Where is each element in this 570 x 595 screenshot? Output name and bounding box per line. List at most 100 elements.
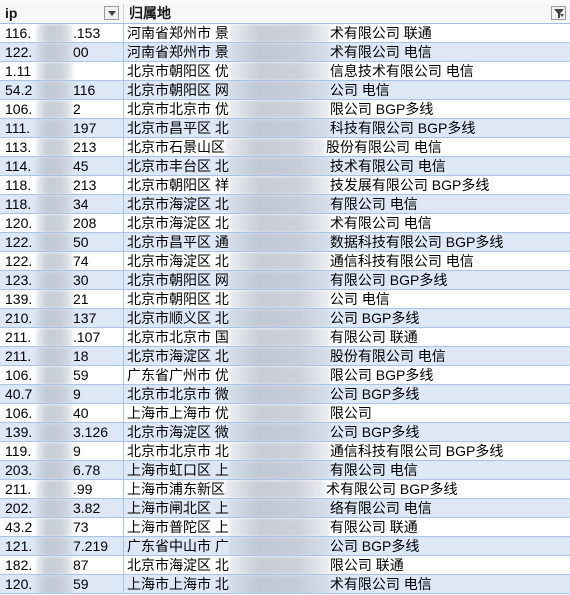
location-region: 北京市朝阳区 北 <box>127 291 229 307</box>
ip-cell[interactable]: 40.7 9 <box>0 385 124 404</box>
table-row: 114. 45 北京市丰台区 北技术有限公司 电信 <box>0 157 570 176</box>
location-isp: 公司 电信 <box>329 291 390 307</box>
ip-prefix: 106. <box>5 405 33 421</box>
ip-prefix: 211. <box>5 329 32 345</box>
ip-cell[interactable]: 114. 45 <box>0 157 124 176</box>
location-region: 北京市北京市 优 <box>127 101 229 117</box>
ip-prefix: 116. <box>5 25 32 41</box>
ip-cell[interactable]: 122. 50 <box>0 233 124 252</box>
ip-cell[interactable]: 121. 7.219 <box>0 537 124 556</box>
ip-prefix: 118. <box>5 196 32 212</box>
location-cell[interactable]: 上海市普陀区 上 有限公司 联通 <box>124 518 570 537</box>
redacted-blur <box>36 176 73 194</box>
location-cell[interactable]: 北京市海淀区 微 公司 BGP多线 <box>124 423 570 442</box>
location-cell[interactable]: 北京市海淀区 北 通信科技有限公司 电信 <box>124 252 570 271</box>
location-cell[interactable]: 北京市昌平区 通 数据科技有限公司 BGP多线 <box>124 233 570 252</box>
ip-cell[interactable]: 43.2 73 <box>0 518 124 537</box>
ip-cell[interactable]: 106. 40 <box>0 404 124 423</box>
ip-suffix: 45 <box>73 158 89 174</box>
ip-cell[interactable]: 211. .99 <box>0 480 124 499</box>
ip-prefix: 122. <box>5 234 33 250</box>
ip-cell[interactable]: 119. 9 <box>0 442 124 461</box>
location-region: 北京市海淀区 北 <box>127 557 229 573</box>
ip-cell[interactable]: 202. 3.82 <box>0 499 124 518</box>
ip-cell[interactable]: 111. 197 <box>0 119 124 138</box>
active-filter-icon[interactable] <box>551 6 566 20</box>
location-isp: 术有限公司 电信 <box>329 215 432 231</box>
ip-cell[interactable]: 139. 3.126 <box>0 423 124 442</box>
location-cell[interactable]: 北京市海淀区 北 术有限公司 电信 <box>124 214 570 233</box>
table-row: 106. 59 广东省广州市 优限公司 BGP多线 <box>0 366 570 385</box>
ip-cell[interactable]: 210. 137 <box>0 309 124 328</box>
ip-cell[interactable]: 120. 208 <box>0 214 124 233</box>
location-cell[interactable]: 北京市北京市 优 限公司 BGP多线 <box>124 100 570 119</box>
redacted-blur <box>36 43 73 61</box>
location-region: 上海市虹口区 上 <box>127 462 229 478</box>
location-cell[interactable]: 北京市顺义区 北 公司 BGP多线 <box>124 309 570 328</box>
ip-prefix: 111. <box>5 120 31 136</box>
ip-prefix: 106. <box>5 101 33 117</box>
location-isp: 公司 BGP多线 <box>329 386 420 402</box>
location-cell[interactable]: 北京市朝阳区 北 公司 电信 <box>124 290 570 309</box>
location-cell[interactable]: 北京市丰台区 北 技术有限公司 电信 <box>124 157 570 176</box>
redacted-blur <box>228 385 330 403</box>
ip-cell[interactable]: 122. 74 <box>0 252 124 271</box>
location-cell[interactable]: 北京市海淀区 北 股份有限公司 电信 <box>124 347 570 366</box>
ip-cell[interactable]: 106. 2 <box>0 100 124 119</box>
location-isp: 公司 电信 <box>329 82 390 98</box>
location-cell[interactable]: 广东省中山市 广 公司 BGP多线 <box>124 537 570 556</box>
ip-suffix: 9 <box>73 386 81 402</box>
ip-cell[interactable]: 122. 00 <box>0 43 124 62</box>
redacted-blur <box>225 480 326 498</box>
location-cell[interactable]: 北京市昌平区 北 科技有限公司 BGP多线 <box>124 119 570 138</box>
ip-suffix: 59 <box>73 367 89 383</box>
ip-cell[interactable]: 182. 87 <box>0 556 124 575</box>
location-cell[interactable]: 北京市朝阳区 网 有限公司 BGP多线 <box>124 271 570 290</box>
ip-cell[interactable]: 118. 34 <box>0 195 124 214</box>
location-cell[interactable]: 北京市石景山区 股份有限公司 电信 <box>124 138 570 157</box>
location-cell[interactable]: 上海市闸北区 上 络有限公司 电信 <box>124 499 570 518</box>
location-cell[interactable]: 北京市朝阳区 网 公司 电信 <box>124 81 570 100</box>
location-cell[interactable]: 上海市虹口区 上 有限公司 电信 <box>124 461 570 480</box>
location-cell[interactable]: 北京市朝阳区 祥 技发展有限公司 BGP多线 <box>124 176 570 195</box>
redacted-blur <box>228 100 330 118</box>
redacted-blur <box>36 575 73 593</box>
table-row: 106. 40 上海市上海市 优限公司 <box>0 404 570 423</box>
ip-cell[interactable]: 211. 18 <box>0 347 124 366</box>
redacted-blur <box>36 157 73 175</box>
ip-cell[interactable]: 139. 21 <box>0 290 124 309</box>
location-cell[interactable]: 河南省郑州市 景 术有限公司 电信 <box>124 43 570 62</box>
ip-cell[interactable]: 203. 6.78 <box>0 461 124 480</box>
ip-suffix: .107 <box>73 329 101 345</box>
ip-cell[interactable]: 113. 213 <box>0 138 124 157</box>
table-row: 116. .153 河南省郑州市 景 术有限公司 联通 <box>0 24 570 43</box>
ip-cell[interactable]: 116. .153 <box>0 24 124 43</box>
ip-cell[interactable]: 54.2 116 <box>0 81 124 100</box>
ip-cell[interactable]: 106. 59 <box>0 366 124 385</box>
column-header-location[interactable]: 归属地 <box>124 4 570 23</box>
location-cell[interactable]: 北京市朝阳区 优 信息技术有限公司 电信 <box>124 62 570 81</box>
ip-cell[interactable]: 123. 30 <box>0 271 124 290</box>
location-cell[interactable]: 北京市海淀区 北 有限公司 电信 <box>124 195 570 214</box>
ip-cell[interactable]: 1.11 <box>0 62 124 81</box>
ip-prefix: 54.2 <box>5 82 33 98</box>
location-cell[interactable]: 上海市上海市 优 限公司 <box>124 404 570 423</box>
ip-suffix: 213 <box>73 139 97 155</box>
location-cell[interactable]: 北京市北京市 微 公司 BGP多线 <box>124 385 570 404</box>
location-isp: 股份有限公司 电信 <box>329 348 446 364</box>
location-cell[interactable]: 河南省郑州市 景 术有限公司 联通 <box>124 24 570 43</box>
column-header-ip[interactable]: ip <box>0 4 124 23</box>
filter-dropdown-icon[interactable] <box>104 6 119 20</box>
location-cell[interactable]: 上海市上海市 北 术有限公司 电信 <box>124 575 570 594</box>
location-cell[interactable]: 北京市海淀区 北 限公司 联通 <box>124 556 570 575</box>
location-cell[interactable]: 上海市浦东新区 术有限公司 BGP多线 <box>124 480 570 499</box>
location-cell[interactable]: 广东省广州市 优 限公司 BGP多线 <box>124 366 570 385</box>
location-cell[interactable]: 北京市北京市 国 有限公司 联通 <box>124 328 570 347</box>
ip-prefix: 203. <box>5 462 33 478</box>
ip-cell[interactable]: 211. .107 <box>0 328 124 347</box>
location-cell[interactable]: 北京市北京市 北 通信科技有限公司 BGP多线 <box>124 442 570 461</box>
ip-prefix: 122. <box>5 253 33 269</box>
table-row: 111. 197 北京市昌平区 北 科技有限公司 BGP多线 <box>0 119 570 138</box>
ip-cell[interactable]: 120. 59 <box>0 575 124 594</box>
ip-cell[interactable]: 118. 213 <box>0 176 124 195</box>
